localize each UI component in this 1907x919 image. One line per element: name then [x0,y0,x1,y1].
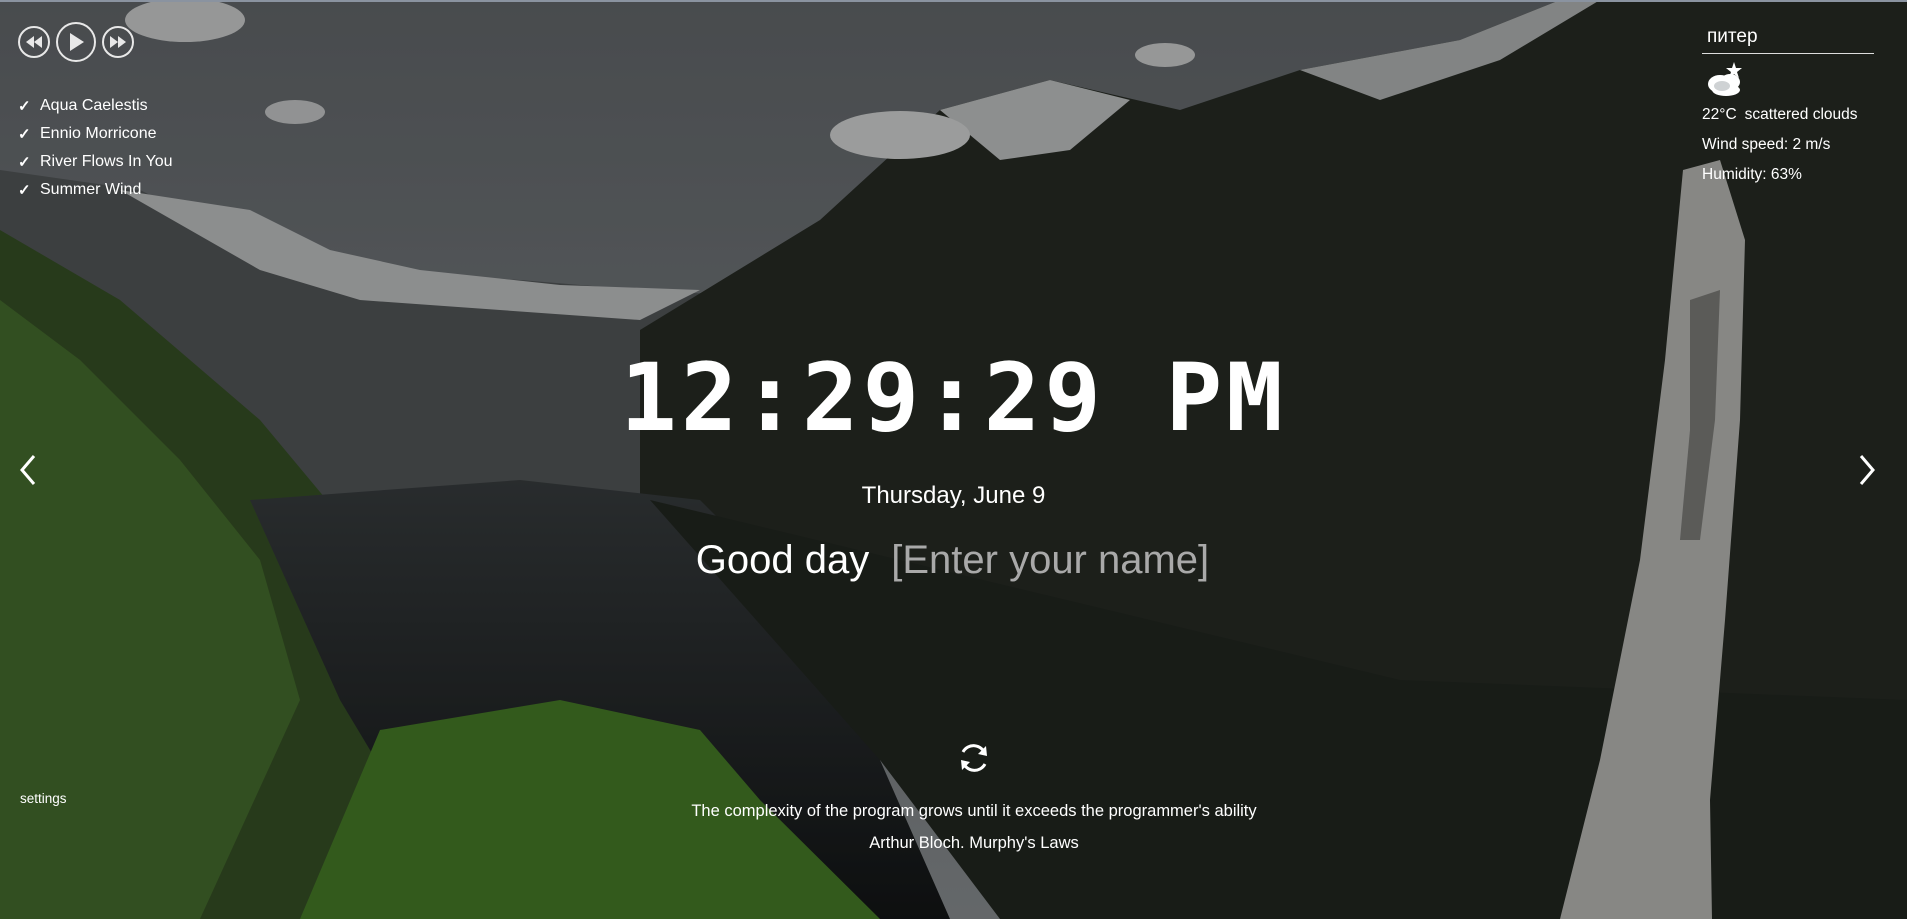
check-icon: ✓ [18,126,31,143]
top-border [0,0,1907,2]
date-label: Thursday, June 9 [861,482,1046,509]
humidity: Humidity: 63% [1702,166,1802,183]
track-title: Ennio Morricone [40,125,157,142]
weather-widget: 22°C scattered clouds Wind speed: 2 m/s H… [1702,22,1874,190]
name-input[interactable] [891,538,1212,583]
dim-overlay [0,0,1907,919]
track-title: Aqua Caelestis [40,97,148,114]
rewind-icon [26,36,42,48]
greeting: Good day [0,538,1907,583]
playlist-item[interactable]: ✓ River Flows In You [18,148,173,176]
check-icon: ✓ [18,98,31,115]
playlist-item[interactable]: ✓ Summer Wind [18,176,173,204]
temperature: 22°C [1702,106,1737,123]
quote-text: The complexity of the program grows unti… [691,802,1257,820]
play-button[interactable] [56,22,96,62]
track-title: Summer Wind [40,181,142,198]
wind-speed: Wind speed: 2 m/s [1702,136,1831,153]
check-icon: ✓ [18,182,31,199]
fast-forward-button[interactable] [102,26,134,58]
quote-author: Arthur Bloch. Murphy's Laws [869,834,1079,852]
refresh-quote-button[interactable] [956,740,992,776]
refresh-icon [961,744,987,772]
settings-link[interactable]: settings [20,791,67,806]
city-input[interactable] [1702,22,1874,54]
scattered-clouds-icon [1704,60,1748,100]
play-icon [70,33,84,51]
playlist-item[interactable]: ✓ Aqua Caelestis [18,92,173,120]
track-title: River Flows In You [40,153,173,170]
rewind-button[interactable] [18,26,50,58]
weather-description: scattered clouds [1744,106,1858,123]
audio-player [18,22,134,62]
clock-time: 12:29:29 PM [620,344,1287,453]
playlist: ✓ Aqua Caelestis ✓ Ennio Morricone ✓ Riv… [18,92,173,204]
fast-forward-icon [110,36,126,48]
weather-temp-row: 22°C scattered clouds [1702,100,1874,130]
greeting-text: Good day [695,538,870,582]
check-icon: ✓ [18,154,31,171]
playlist-item[interactable]: ✓ Ennio Morricone [18,120,173,148]
